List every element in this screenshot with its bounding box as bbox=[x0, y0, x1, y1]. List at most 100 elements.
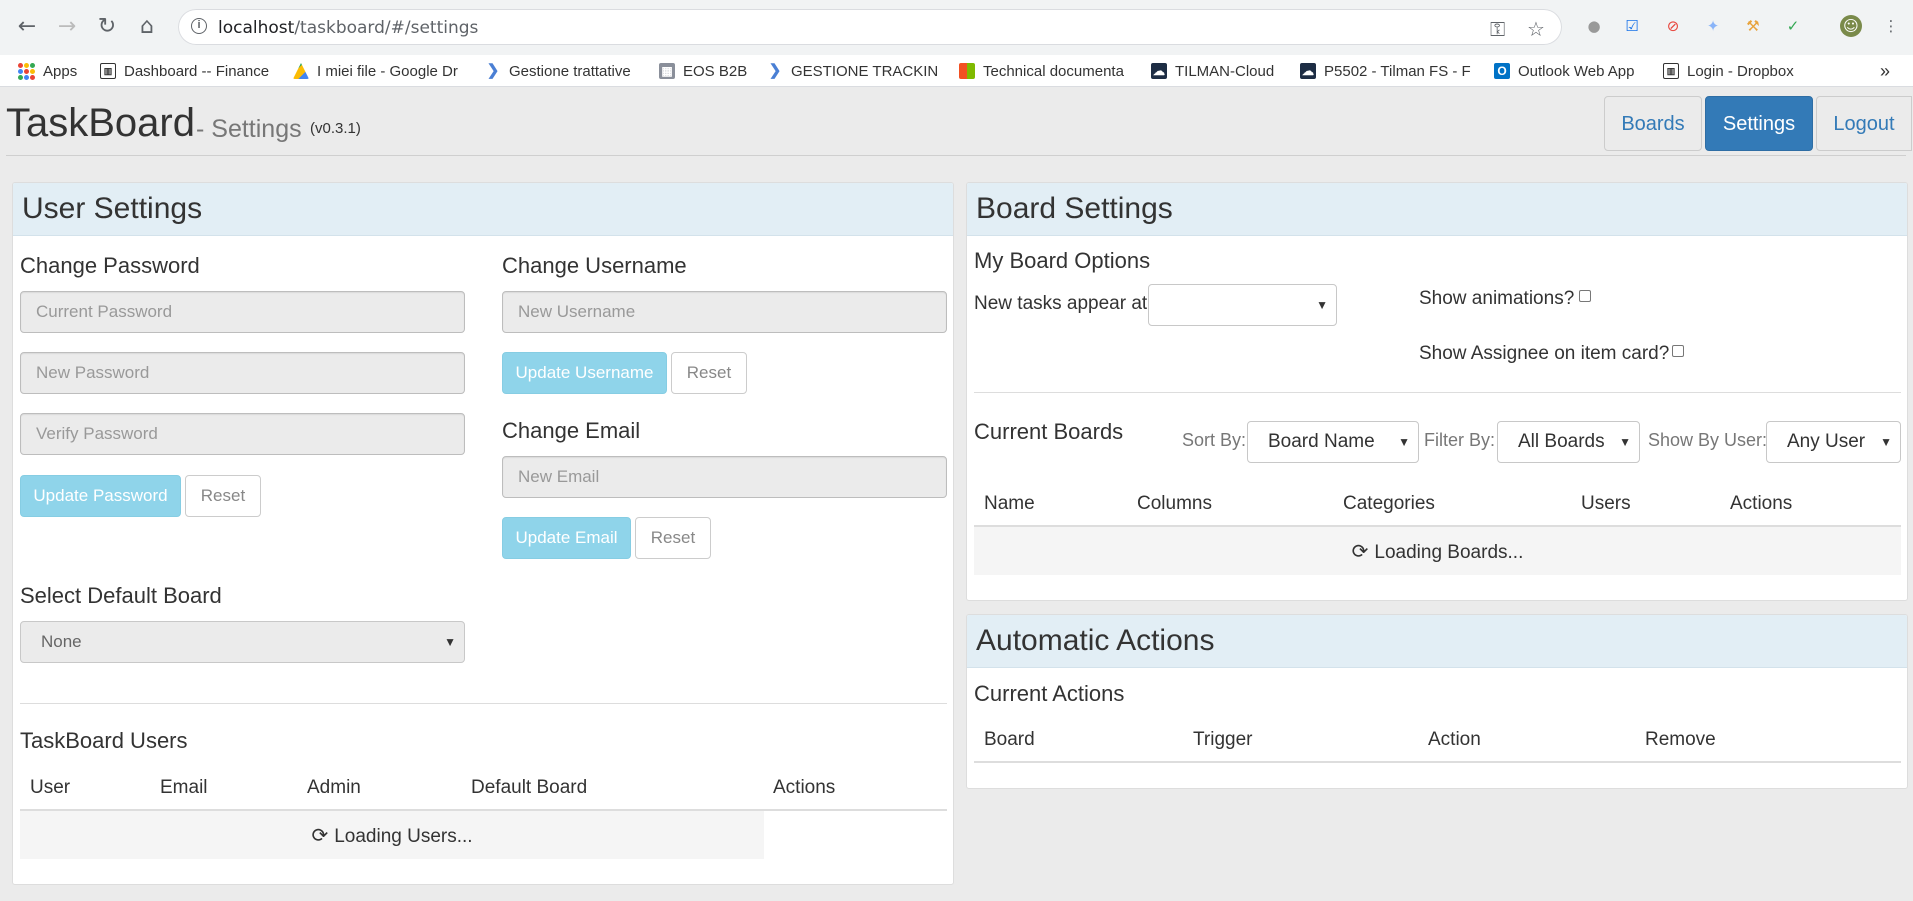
show-assignee-checkbox[interactable] bbox=[1672, 345, 1684, 357]
bookmark-tilman-cloud[interactable]: ☁ TILMAN-Cloud bbox=[1151, 58, 1274, 84]
header-divider bbox=[6, 155, 1906, 156]
section-divider bbox=[20, 703, 947, 704]
logout-button[interactable]: Logout bbox=[1816, 96, 1912, 151]
chevron-down-icon: ▼ bbox=[1619, 435, 1631, 449]
current-actions-heading: Current Actions bbox=[974, 681, 1125, 706]
more-bookmarks-button[interactable]: » bbox=[1880, 58, 1890, 84]
forward-icon[interactable]: → bbox=[54, 14, 80, 40]
column-categories: Categories bbox=[1343, 493, 1435, 514]
filter-by-label: Filter By: bbox=[1424, 430, 1496, 450]
chevron-down-icon: ▼ bbox=[1880, 435, 1892, 449]
bookmark-label: Outlook Web App bbox=[1518, 62, 1635, 80]
bookmark-dropbox[interactable]: ▥ Login - Dropbox bbox=[1663, 58, 1794, 84]
menu-kebab-icon[interactable]: ⋮ bbox=[1880, 15, 1902, 37]
version-label: (v0.3.1) bbox=[310, 120, 361, 137]
column-actions: Actions bbox=[773, 777, 836, 798]
column-trigger: Trigger bbox=[1193, 729, 1253, 750]
show-animations-checkbox[interactable] bbox=[1579, 290, 1591, 302]
address-bar[interactable]: i localhost/taskboard/#/settings ⚿ ☆ bbox=[178, 9, 1562, 45]
bookmark-google-drive[interactable]: I miei file - Google Dr bbox=[293, 58, 465, 84]
default-board-select[interactable]: None ▼ bbox=[20, 621, 465, 663]
bookmark-technical-documentation[interactable]: Technical documenta bbox=[959, 58, 1132, 84]
show-by-user-select[interactable]: Any User ▼ bbox=[1766, 421, 1901, 463]
settings-button[interactable]: Settings bbox=[1705, 96, 1813, 151]
brand-title: TaskBoard bbox=[6, 101, 195, 145]
boards-loading-row: ⟳ Loading Boards... bbox=[974, 527, 1901, 575]
chart-icon: ▥ bbox=[100, 63, 116, 79]
new-username-input[interactable]: New Username bbox=[502, 291, 947, 333]
arrow-logo-icon: ❯ bbox=[768, 62, 782, 79]
user-settings-panel: User Settings Change Password Current Pa… bbox=[12, 182, 954, 885]
extension-puzzle-icon[interactable]: ✦ bbox=[1702, 15, 1724, 37]
new-password-input[interactable]: New Password bbox=[20, 352, 465, 394]
update-password-button[interactable]: Update Password bbox=[20, 475, 181, 517]
reset-email-button[interactable]: Reset bbox=[635, 517, 711, 559]
column-default-board: Default Board bbox=[471, 777, 588, 798]
bookmark-apps[interactable]: Apps bbox=[18, 58, 77, 84]
arrow-logo-icon: ❯ bbox=[486, 62, 500, 79]
address-url[interactable]: localhost/taskboard/#/settings bbox=[218, 18, 478, 38]
sort-by-label: Sort By: bbox=[1182, 430, 1247, 450]
reload-icon[interactable]: ↻ bbox=[94, 14, 120, 40]
extension-tick-icon[interactable]: ✓ bbox=[1782, 15, 1804, 37]
new-tasks-label: New tasks appear at bbox=[974, 293, 1148, 314]
app-header: TaskBoard - Settings (v0.3.1) Boards Set… bbox=[0, 87, 1913, 155]
bookmark-p5502[interactable]: ☁ P5502 - Tilman FS - F bbox=[1300, 58, 1475, 84]
current-password-input[interactable]: Current Password bbox=[20, 291, 465, 333]
cloud-icon: ☁ bbox=[1151, 63, 1167, 79]
reset-password-button[interactable]: Reset bbox=[185, 475, 261, 517]
panel-title: User Settings bbox=[13, 183, 953, 236]
extension-check-icon[interactable]: ☑ bbox=[1621, 15, 1643, 37]
verify-password-input[interactable]: Verify Password bbox=[20, 413, 465, 455]
new-email-input[interactable]: New Email bbox=[502, 456, 947, 498]
automatic-actions-panel: Automatic Actions Current Actions Board … bbox=[966, 614, 1908, 789]
board-settings-panel: Board Settings My Board Options New task… bbox=[966, 182, 1908, 601]
bookmark-gestione-tracking[interactable]: ❯ GESTIONE TRACKING bbox=[767, 58, 939, 84]
default-board-heading: Select Default Board bbox=[20, 583, 222, 608]
back-icon[interactable]: ← bbox=[14, 14, 40, 40]
section-divider bbox=[974, 392, 1901, 393]
page-subtitle: - Settings bbox=[196, 115, 302, 143]
table-header-rule bbox=[974, 761, 1901, 763]
star-icon[interactable]: ☆ bbox=[1527, 17, 1545, 41]
bookmark-dashboard[interactable]: ▥ Dashboard -- Finance bbox=[100, 58, 275, 84]
chevron-down-icon: ▼ bbox=[444, 635, 456, 649]
extension-circle-icon[interactable]: ● bbox=[1583, 15, 1605, 37]
profile-avatar[interactable]: ☺ bbox=[1840, 15, 1862, 37]
chevron-down-icon: ▼ bbox=[1316, 298, 1328, 312]
column-user: User bbox=[30, 777, 71, 798]
boards-button[interactable]: Boards bbox=[1604, 96, 1702, 151]
apps-grid-icon bbox=[18, 62, 35, 80]
chevron-down-icon: ▼ bbox=[1398, 435, 1410, 449]
update-email-button[interactable]: Update Email bbox=[502, 517, 631, 559]
refresh-icon: ⟳ bbox=[311, 823, 329, 847]
bookmark-eos-b2b[interactable]: ▦ EOS B2B bbox=[659, 58, 747, 84]
boards-loading-text: Loading Boards... bbox=[1374, 542, 1524, 563]
bookmark-gestione-trattative[interactable]: ❯ Gestione trattative bbox=[485, 58, 631, 84]
sort-by-value: Board Name bbox=[1268, 431, 1375, 452]
column-admin: Admin bbox=[307, 777, 361, 798]
sort-by-select[interactable]: Board Name ▼ bbox=[1247, 421, 1419, 463]
change-password-heading: Change Password bbox=[20, 253, 200, 278]
filter-by-value: All Boards bbox=[1518, 431, 1605, 452]
update-username-button[interactable]: Update Username bbox=[502, 352, 667, 394]
show-assignee-label: Show Assignee on item card? bbox=[1419, 343, 1670, 364]
column-users: Users bbox=[1581, 493, 1631, 514]
home-icon[interactable]: ⌂ bbox=[134, 14, 160, 40]
extension-hammer-icon[interactable]: ⚒ bbox=[1742, 15, 1764, 37]
filter-by-select[interactable]: All Boards ▼ bbox=[1497, 421, 1640, 463]
google-drive-icon bbox=[293, 63, 309, 79]
bookmark-label: I miei file - Google Dr bbox=[317, 62, 458, 80]
bookmark-outlook[interactable]: O Outlook Web App bbox=[1494, 58, 1634, 84]
extension-block-icon[interactable]: ⊘ bbox=[1662, 15, 1684, 37]
reset-username-button[interactable]: Reset bbox=[671, 352, 747, 394]
panel-title: Automatic Actions bbox=[967, 615, 1907, 668]
info-icon[interactable]: i bbox=[191, 18, 207, 34]
url-host: localhost bbox=[218, 18, 295, 38]
bookmark-label: Gestione trattative bbox=[509, 62, 631, 80]
building-icon: ▦ bbox=[659, 63, 675, 79]
new-tasks-position-select[interactable]: ▼ bbox=[1148, 284, 1337, 326]
my-board-options-heading: My Board Options bbox=[974, 248, 1151, 273]
column-email: Email bbox=[160, 777, 208, 798]
key-icon[interactable]: ⚿ bbox=[1490, 17, 1505, 41]
